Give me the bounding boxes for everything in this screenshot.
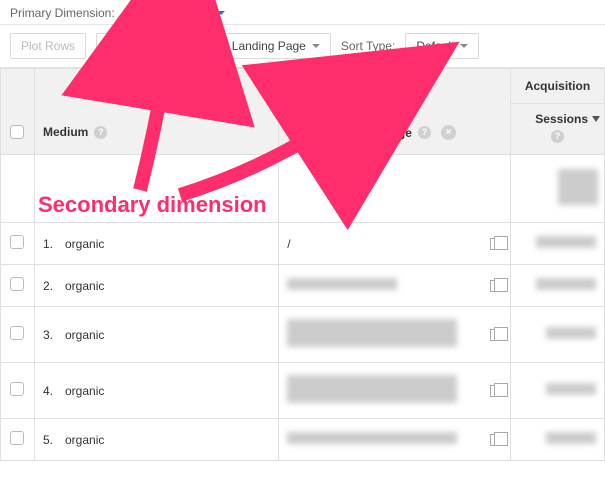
primary-dimension-tabs: Primary Dimension: Medium Other bbox=[0, 0, 605, 25]
row-checkbox[interactable] bbox=[10, 277, 24, 291]
open-link-icon[interactable] bbox=[490, 280, 502, 292]
row-number: 5. bbox=[43, 433, 53, 447]
open-link-icon[interactable] bbox=[490, 329, 502, 341]
summary-row bbox=[1, 155, 605, 223]
help-icon[interactable]: ? bbox=[94, 126, 107, 139]
row-checkbox[interactable] bbox=[10, 382, 24, 396]
row-checkbox[interactable] bbox=[10, 431, 24, 445]
plot-rows-button[interactable]: Plot Rows bbox=[10, 33, 86, 59]
row-number: 2. bbox=[43, 279, 53, 293]
table-row: 2. organic bbox=[1, 265, 605, 307]
col-landing-header[interactable]: Landing Page bbox=[333, 126, 412, 140]
caret-down-icon bbox=[460, 44, 468, 48]
landing-value[interactable] bbox=[287, 319, 457, 350]
primary-dimension-label: Primary Dimension: bbox=[10, 6, 115, 20]
row-checkbox[interactable] bbox=[10, 235, 24, 249]
landing-value[interactable] bbox=[287, 432, 457, 447]
open-link-icon[interactable] bbox=[490, 238, 502, 250]
medium-value[interactable]: organic bbox=[65, 384, 104, 398]
col-acquisition-header: Acquisition bbox=[511, 69, 604, 104]
open-link-icon[interactable] bbox=[490, 385, 502, 397]
caret-down-icon bbox=[312, 44, 320, 48]
table-row: 3. organic bbox=[1, 307, 605, 363]
tab-other[interactable]: Other bbox=[184, 6, 225, 20]
medium-value[interactable]: organic bbox=[65, 328, 104, 342]
select-all-checkbox[interactable] bbox=[10, 125, 24, 139]
tab-medium[interactable]: Medium bbox=[127, 6, 172, 20]
table-row: 5. organic bbox=[1, 419, 605, 461]
secondary-dimension-dropdown[interactable]: Secondary dimension: Landing Page bbox=[96, 33, 331, 59]
row-number: 3. bbox=[43, 328, 53, 342]
help-icon[interactable]: ? bbox=[551, 130, 564, 143]
medium-value[interactable]: organic bbox=[65, 433, 104, 447]
open-link-icon[interactable] bbox=[490, 434, 502, 446]
col-medium-header[interactable]: Medium bbox=[43, 125, 88, 139]
remove-secondary-dimension-icon[interactable]: × bbox=[441, 125, 456, 140]
row-number: 1. bbox=[43, 237, 53, 251]
landing-value[interactable] bbox=[287, 375, 457, 406]
sort-desc-icon bbox=[592, 116, 600, 122]
row-checkbox[interactable] bbox=[10, 326, 24, 340]
caret-down-icon bbox=[217, 11, 225, 15]
help-icon[interactable]: ? bbox=[418, 126, 431, 139]
sort-type-dropdown[interactable]: Default bbox=[405, 33, 479, 59]
table-row: 1. organic / bbox=[1, 223, 605, 265]
medium-value[interactable]: organic bbox=[65, 279, 104, 293]
col-sessions-header[interactable]: Sessions bbox=[535, 112, 588, 126]
report-table: Medium ? Landing Page ? × Acquisition Se… bbox=[0, 68, 605, 461]
landing-value[interactable] bbox=[287, 278, 397, 293]
sort-type-label: Sort Type: bbox=[341, 39, 395, 53]
toolbar: Plot Rows Secondary dimension: Landing P… bbox=[0, 25, 605, 68]
landing-value[interactable]: / bbox=[287, 237, 290, 251]
table-row: 4. organic bbox=[1, 363, 605, 419]
medium-value[interactable]: organic bbox=[65, 237, 104, 251]
row-number: 4. bbox=[43, 384, 53, 398]
